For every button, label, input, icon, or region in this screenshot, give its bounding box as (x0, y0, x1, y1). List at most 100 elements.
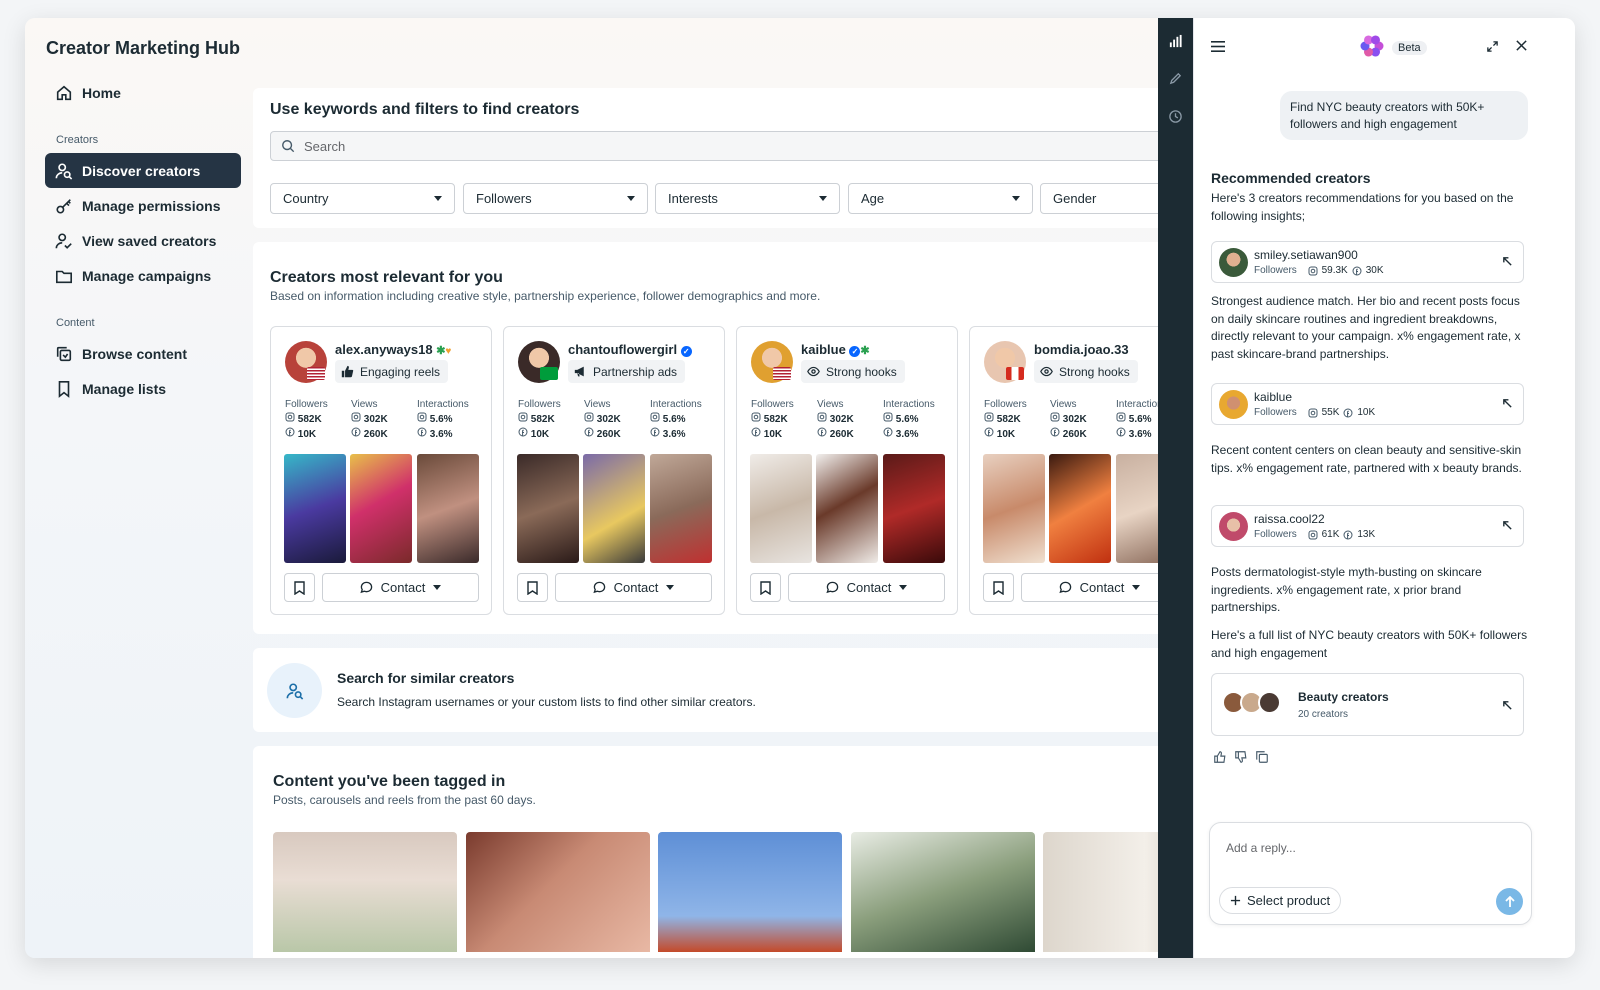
tagged-thumbnail[interactable] (658, 832, 842, 952)
content-thumbnail[interactable] (284, 454, 346, 563)
creator-tag: Strong hooks (1034, 360, 1138, 383)
contact-button[interactable]: Contact (788, 573, 945, 602)
select-product-button[interactable]: Select product (1219, 887, 1342, 914)
caret-down-icon (1012, 196, 1020, 201)
close-icon[interactable] (1515, 39, 1528, 52)
save-button[interactable] (983, 573, 1014, 602)
nav-label: View saved creators (82, 232, 217, 249)
filter-label: Gender (1053, 191, 1097, 206)
creator-name-row[interactable]: kaiblue ✓ ✱ (801, 342, 870, 357)
content-thumbnail[interactable] (583, 454, 645, 563)
similar-creators-badge (267, 663, 322, 718)
content-thumbnail[interactable] (650, 454, 712, 563)
country-flag-icon (1006, 367, 1024, 380)
instagram-icon (984, 412, 994, 422)
nav-manage-permissions[interactable]: Manage permissions (45, 188, 241, 223)
nav-view-saved-creators[interactable]: View saved creators (45, 223, 241, 258)
creator-tag-label: Strong hooks (826, 364, 897, 379)
recommendation-card[interactable]: smiley.setiawan900 Followers 59.3K 30K (1211, 241, 1524, 283)
reply-box[interactable]: Add a reply... Select product (1209, 822, 1532, 925)
stat-value: 302K (596, 414, 621, 425)
content-thumbnail[interactable] (816, 454, 878, 563)
creator-card[interactable]: alex.anyways18 ✱♥ Engaging reels Followe… (270, 326, 492, 615)
stat-views: Views 302K 260K (351, 398, 388, 442)
stat-label: Views (351, 399, 378, 410)
save-button[interactable] (517, 573, 548, 602)
caret-down-icon (434, 196, 442, 201)
nav-manage-campaigns[interactable]: Manage campaigns (45, 258, 241, 293)
copy-icon[interactable] (1255, 750, 1269, 764)
sidebar: Creator Marketing Hub Home Creators Disc… (25, 18, 255, 958)
tagged-thumbnail[interactable] (466, 832, 650, 952)
rec-fb-followers: 10K (1357, 407, 1376, 418)
filter-interests[interactable]: Interests (655, 183, 840, 214)
creator-name: kaiblue (801, 342, 846, 357)
nav-browse-content[interactable]: Browse content (45, 336, 241, 371)
creator-name-row[interactable]: alex.anyways18 ✱♥ (335, 342, 451, 357)
tagged-thumbnail[interactable] (273, 832, 457, 952)
nav-home[interactable]: Home (45, 75, 241, 110)
contact-label: Contact (613, 580, 659, 595)
contact-button[interactable]: Contact (555, 573, 712, 602)
avatar (1219, 248, 1248, 277)
instagram-icon (751, 412, 761, 422)
chat-bubble-icon (1058, 581, 1071, 594)
similar-creators-card[interactable]: Search for similar creators Search Insta… (253, 648, 1213, 732)
instagram-icon (650, 412, 660, 422)
content-thumbnail[interactable] (517, 454, 579, 563)
rec-creator-name: raissa.cool22 (1254, 512, 1325, 526)
content-thumbnail[interactable] (983, 454, 1045, 563)
history-icon[interactable] (1168, 109, 1183, 124)
stat-label: Views (1050, 399, 1077, 410)
home-icon (56, 85, 72, 100)
user-check-icon (55, 232, 72, 249)
creator-name: bomdia.joao.33 (1034, 342, 1129, 357)
creator-name-row[interactable]: bomdia.joao.33 (1034, 342, 1129, 357)
recommendation-card[interactable]: raissa.cool22 Followers 61K 13K (1211, 505, 1524, 547)
nav-manage-lists[interactable]: Manage lists (45, 371, 241, 406)
filter-label: Interests (668, 191, 718, 206)
rec-followers: Followers 59.3K 30K (1254, 265, 1384, 276)
thumbs-up-icon[interactable] (1213, 750, 1227, 764)
thumbs-down-icon[interactable] (1234, 750, 1248, 764)
rec-fb-followers: 13K (1357, 529, 1376, 540)
country-flag-icon (773, 367, 791, 380)
bookmark-icon (993, 580, 1004, 595)
chart-icon[interactable] (1168, 34, 1183, 49)
instagram-icon (1116, 412, 1126, 422)
instagram-icon (351, 412, 361, 422)
list-card-beauty-creators[interactable]: Beauty creators 20 creators (1211, 673, 1524, 736)
instagram-icon (1050, 412, 1060, 422)
user-message-bubble: Find NYC beauty creators with 50K+ follo… (1280, 91, 1528, 140)
stat-interactions: Interactions 5.6% 3.6% (883, 398, 935, 442)
nav-discover-creators[interactable]: Discover creators (45, 153, 241, 188)
content-thumbnail[interactable] (350, 454, 412, 563)
tagged-thumbnail[interactable] (851, 832, 1035, 952)
stat-value: 3.6% (895, 429, 919, 440)
menu-icon[interactable] (1211, 40, 1225, 53)
creator-card[interactable]: kaiblue ✓ ✱ Strong hooks Followers 582K 1… (736, 326, 958, 615)
creator-name-row[interactable]: chantouflowergirl ✓ (568, 342, 692, 357)
content-thumbnail[interactable] (883, 454, 945, 563)
creator-card[interactable]: chantouflowergirl ✓ Partnership ads Foll… (503, 326, 725, 615)
expand-icon[interactable] (1486, 40, 1499, 53)
contact-button[interactable]: Contact (322, 573, 479, 602)
pencil-icon[interactable] (1168, 71, 1183, 86)
content-thumbnail[interactable] (417, 454, 479, 563)
save-button[interactable] (750, 573, 781, 602)
content-thumbnail[interactable] (1049, 454, 1111, 563)
send-button[interactable] (1496, 888, 1523, 915)
recommendation-card[interactable]: kaiblue Followers 55K 10K (1211, 383, 1524, 425)
filter-followers[interactable]: Followers (463, 183, 648, 214)
stat-views: Views 302K 260K (1050, 398, 1087, 442)
rec-ig-followers: 55K (1321, 407, 1340, 418)
avatar (1219, 390, 1248, 419)
contact-button[interactable]: Contact (1021, 573, 1178, 602)
filter-country[interactable]: Country (270, 183, 455, 214)
filter-age[interactable]: Age (848, 183, 1033, 214)
bookmark-icon (294, 580, 305, 595)
save-button[interactable] (284, 573, 315, 602)
search-input[interactable]: Search (270, 131, 1200, 161)
section-content: Content (56, 317, 95, 329)
content-thumbnail[interactable] (750, 454, 812, 563)
